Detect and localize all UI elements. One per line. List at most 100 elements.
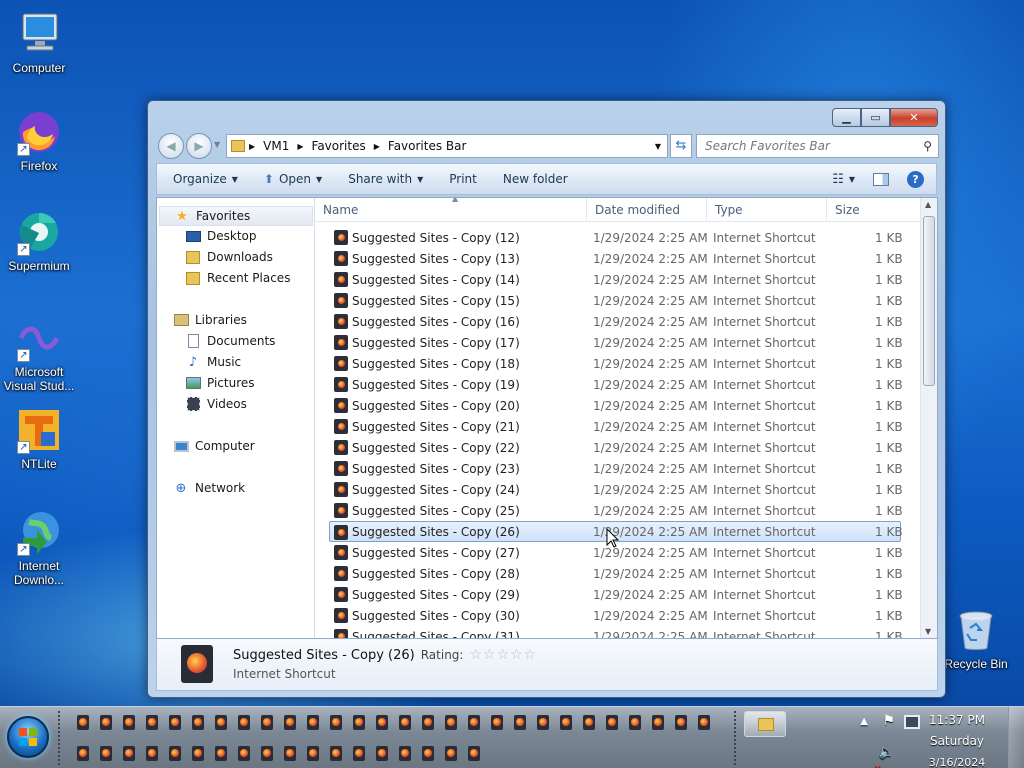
file-row[interactable]: Suggested Sites - Copy (17) 1/29/2024 2:2… — [315, 332, 921, 353]
forward-button[interactable]: ▶ — [186, 133, 212, 159]
pinned-firefox-icon[interactable] — [560, 715, 572, 730]
preview-pane-button[interactable] — [863, 172, 899, 186]
column-size[interactable]: Size — [827, 198, 907, 222]
refresh-button[interactable]: ⇆ — [670, 134, 692, 158]
desktop-icon-computer[interactable]: Computer — [0, 10, 78, 75]
help-button[interactable]: ? — [899, 170, 936, 188]
address-dropdown-icon[interactable]: ▼ — [655, 142, 661, 151]
pinned-firefox-icon[interactable] — [468, 746, 480, 761]
pinned-firefox-icon[interactable] — [169, 715, 181, 730]
desktop-icon-recycle-bin[interactable]: Recycle Bin — [936, 606, 1016, 671]
pinned-firefox-icon[interactable] — [675, 715, 687, 730]
desktop-icon-internet-download[interactable]: ↗ Internet Downlo... — [0, 508, 78, 587]
close-button[interactable]: ✕ — [890, 108, 938, 127]
breadcrumb-favorites-bar[interactable]: Favorites Bar — [388, 139, 467, 153]
pinned-firefox-icon[interactable] — [169, 746, 181, 761]
column-date-modified[interactable]: Date modified — [587, 198, 707, 222]
file-row[interactable]: Suggested Sites - Copy (15) 1/29/2024 2:2… — [315, 290, 921, 311]
pinned-firefox-icon[interactable] — [238, 715, 250, 730]
pinned-firefox-icon[interactable] — [468, 715, 480, 730]
file-row[interactable]: Suggested Sites - Copy (22) 1/29/2024 2:2… — [315, 437, 921, 458]
file-row[interactable]: Suggested Sites - Copy (25) 1/29/2024 2:2… — [315, 500, 921, 521]
file-row[interactable]: Suggested Sites - Copy (14) 1/29/2024 2:2… — [315, 269, 921, 290]
nav-recent-places[interactable]: Recent Places — [185, 270, 290, 286]
pinned-firefox-icon[interactable] — [353, 715, 365, 730]
file-row[interactable]: Suggested Sites - Copy (30) 1/29/2024 2:2… — [315, 605, 921, 626]
open-button[interactable]: ⬆ Open ▼ — [251, 172, 335, 186]
nav-desktop[interactable]: Desktop — [185, 228, 257, 244]
pinned-firefox-icon[interactable] — [100, 715, 112, 730]
column-name[interactable]: Name — [315, 198, 587, 222]
pinned-firefox-icon[interactable] — [77, 715, 89, 730]
pinned-firefox-icon[interactable] — [491, 715, 503, 730]
pinned-firefox-icon[interactable] — [215, 715, 227, 730]
show-hidden-icons-button[interactable]: ▲ — [860, 716, 868, 727]
pinned-firefox-icon[interactable] — [261, 746, 273, 761]
pinned-firefox-icon[interactable] — [284, 715, 296, 730]
scrollbar-thumb[interactable] — [923, 216, 935, 386]
pinned-firefox-icon[interactable] — [606, 715, 618, 730]
organize-button[interactable]: Organize ▼ — [157, 172, 251, 186]
column-type[interactable]: Type — [707, 198, 827, 222]
pinned-firefox-icon[interactable] — [307, 715, 319, 730]
breadcrumb-favorites[interactable]: Favorites — [312, 139, 366, 153]
pinned-firefox-icon[interactable] — [399, 746, 411, 761]
pinned-firefox-icon[interactable] — [583, 715, 595, 730]
desktop-icon-ntlite[interactable]: ↗ NTLite — [0, 406, 78, 471]
pinned-firefox-icon[interactable] — [399, 715, 411, 730]
pinned-firefox-icon[interactable] — [100, 746, 112, 761]
nav-downloads[interactable]: Downloads — [185, 249, 273, 265]
file-row[interactable]: Suggested Sites - Copy (24) 1/29/2024 2:2… — [315, 479, 921, 500]
pinned-firefox-icon[interactable] — [146, 746, 158, 761]
pinned-firefox-icon[interactable] — [77, 746, 89, 761]
pinned-firefox-icon[interactable] — [330, 715, 342, 730]
taskbar-grip[interactable] — [734, 711, 738, 765]
new-folder-button[interactable]: New folder — [490, 172, 581, 186]
scroll-up-arrow[interactable]: ▲ — [925, 200, 931, 209]
share-with-button[interactable]: Share with ▼ — [335, 172, 436, 186]
recent-pages-dropdown[interactable]: ▼ — [214, 140, 220, 149]
pinned-firefox-icon[interactable] — [422, 746, 434, 761]
file-row[interactable]: Suggested Sites - Copy (18) 1/29/2024 2:2… — [315, 353, 921, 374]
taskbar-explorer-button[interactable] — [744, 711, 786, 737]
pinned-firefox-icon[interactable] — [192, 746, 204, 761]
pinned-firefox-icon[interactable] — [652, 715, 664, 730]
pinned-firefox-icon[interactable] — [123, 746, 135, 761]
rating-stars[interactable]: ☆☆☆☆☆ — [469, 647, 537, 663]
nav-network[interactable]: ⊕ Network — [173, 480, 246, 496]
print-button[interactable]: Print — [436, 172, 490, 186]
show-desktop-button[interactable] — [1008, 707, 1024, 768]
pinned-firefox-icon[interactable] — [629, 715, 641, 730]
address-bar[interactable]: ▶ VM1 ▶ Favorites ▶ Favorites Bar ▼ — [226, 134, 668, 158]
desktop-icon-visual-studio[interactable]: ↗ Microsoft Visual Stud... — [0, 314, 78, 393]
back-button[interactable]: ◀ — [158, 133, 184, 159]
pinned-firefox-icon[interactable] — [284, 746, 296, 761]
maximize-button[interactable]: ▭ — [861, 108, 890, 127]
pinned-firefox-icon[interactable] — [422, 715, 434, 730]
start-button[interactable] — [7, 716, 49, 758]
scroll-down-arrow[interactable]: ▼ — [925, 627, 931, 636]
pinned-firefox-icon[interactable] — [514, 715, 526, 730]
nav-favorites[interactable]: ★ Favorites — [159, 206, 313, 226]
file-row[interactable]: Suggested Sites - Copy (13) 1/29/2024 2:2… — [315, 248, 921, 269]
file-row[interactable]: Suggested Sites - Copy (21) 1/29/2024 2:2… — [315, 416, 921, 437]
pinned-firefox-icon[interactable] — [445, 715, 457, 730]
nav-documents[interactable]: Documents — [185, 333, 275, 349]
pinned-firefox-icon[interactable] — [192, 715, 204, 730]
clock[interactable]: 11:37 PM Saturday 3/16/2024 — [922, 710, 992, 768]
minimize-button[interactable]: ▁ — [832, 108, 861, 127]
search-input[interactable]: Search Favorites Bar — [705, 139, 830, 153]
desktop-icon-firefox[interactable]: ↗ Firefox — [0, 108, 78, 173]
pinned-firefox-icon[interactable] — [698, 715, 710, 730]
nav-music[interactable]: ♪ Music — [185, 354, 241, 370]
action-center-icon[interactable]: ⚑ — [882, 713, 895, 729]
file-row[interactable]: Suggested Sites - Copy (19) 1/29/2024 2:2… — [315, 374, 921, 395]
nav-pictures[interactable]: Pictures — [185, 375, 255, 391]
nav-videos[interactable]: Videos — [185, 396, 247, 412]
nav-computer[interactable]: Computer — [173, 438, 255, 454]
desktop-icon-supermium[interactable]: ↗ Supermium — [0, 208, 78, 273]
pinned-firefox-icon[interactable] — [353, 746, 365, 761]
file-row[interactable]: Suggested Sites - Copy (29) 1/29/2024 2:2… — [315, 584, 921, 605]
file-row[interactable]: Suggested Sites - Copy (20) 1/29/2024 2:2… — [315, 395, 921, 416]
search-box[interactable]: Search Favorites Bar ⚲ — [696, 134, 939, 158]
